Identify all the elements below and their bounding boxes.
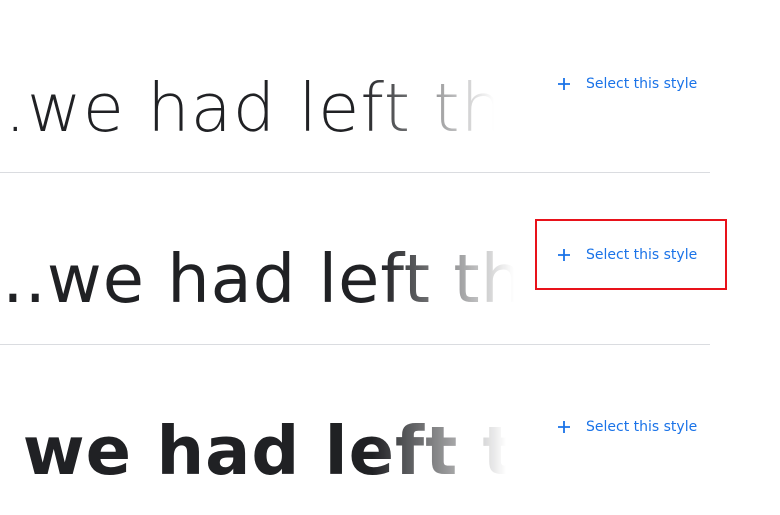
select-style-button[interactable]: Select this style bbox=[557, 70, 697, 98]
preview-text: ...we had left the ground bbox=[0, 69, 534, 147]
plus-icon bbox=[558, 249, 570, 261]
font-styles-panel: ...we had left the ground Select this st… bbox=[0, 0, 780, 515]
style-preview-regular: ...we had left the ground bbox=[0, 239, 534, 319]
select-style-label: Select this style bbox=[586, 247, 698, 263]
style-preview-light: ...we had left the ground bbox=[0, 68, 534, 148]
select-style-label: Select this style bbox=[586, 76, 698, 92]
select-style-label: Select this style bbox=[586, 419, 698, 435]
preview-text: , we had left the ground bbox=[0, 412, 534, 490]
select-style-button[interactable]: Select this style bbox=[557, 241, 697, 269]
style-preview-bold: , we had left the ground bbox=[0, 411, 534, 491]
select-style-button[interactable]: Select this style bbox=[557, 413, 697, 441]
plus-icon bbox=[558, 421, 570, 433]
plus-icon bbox=[558, 78, 570, 90]
preview-text: ...we had left the ground bbox=[0, 240, 534, 318]
